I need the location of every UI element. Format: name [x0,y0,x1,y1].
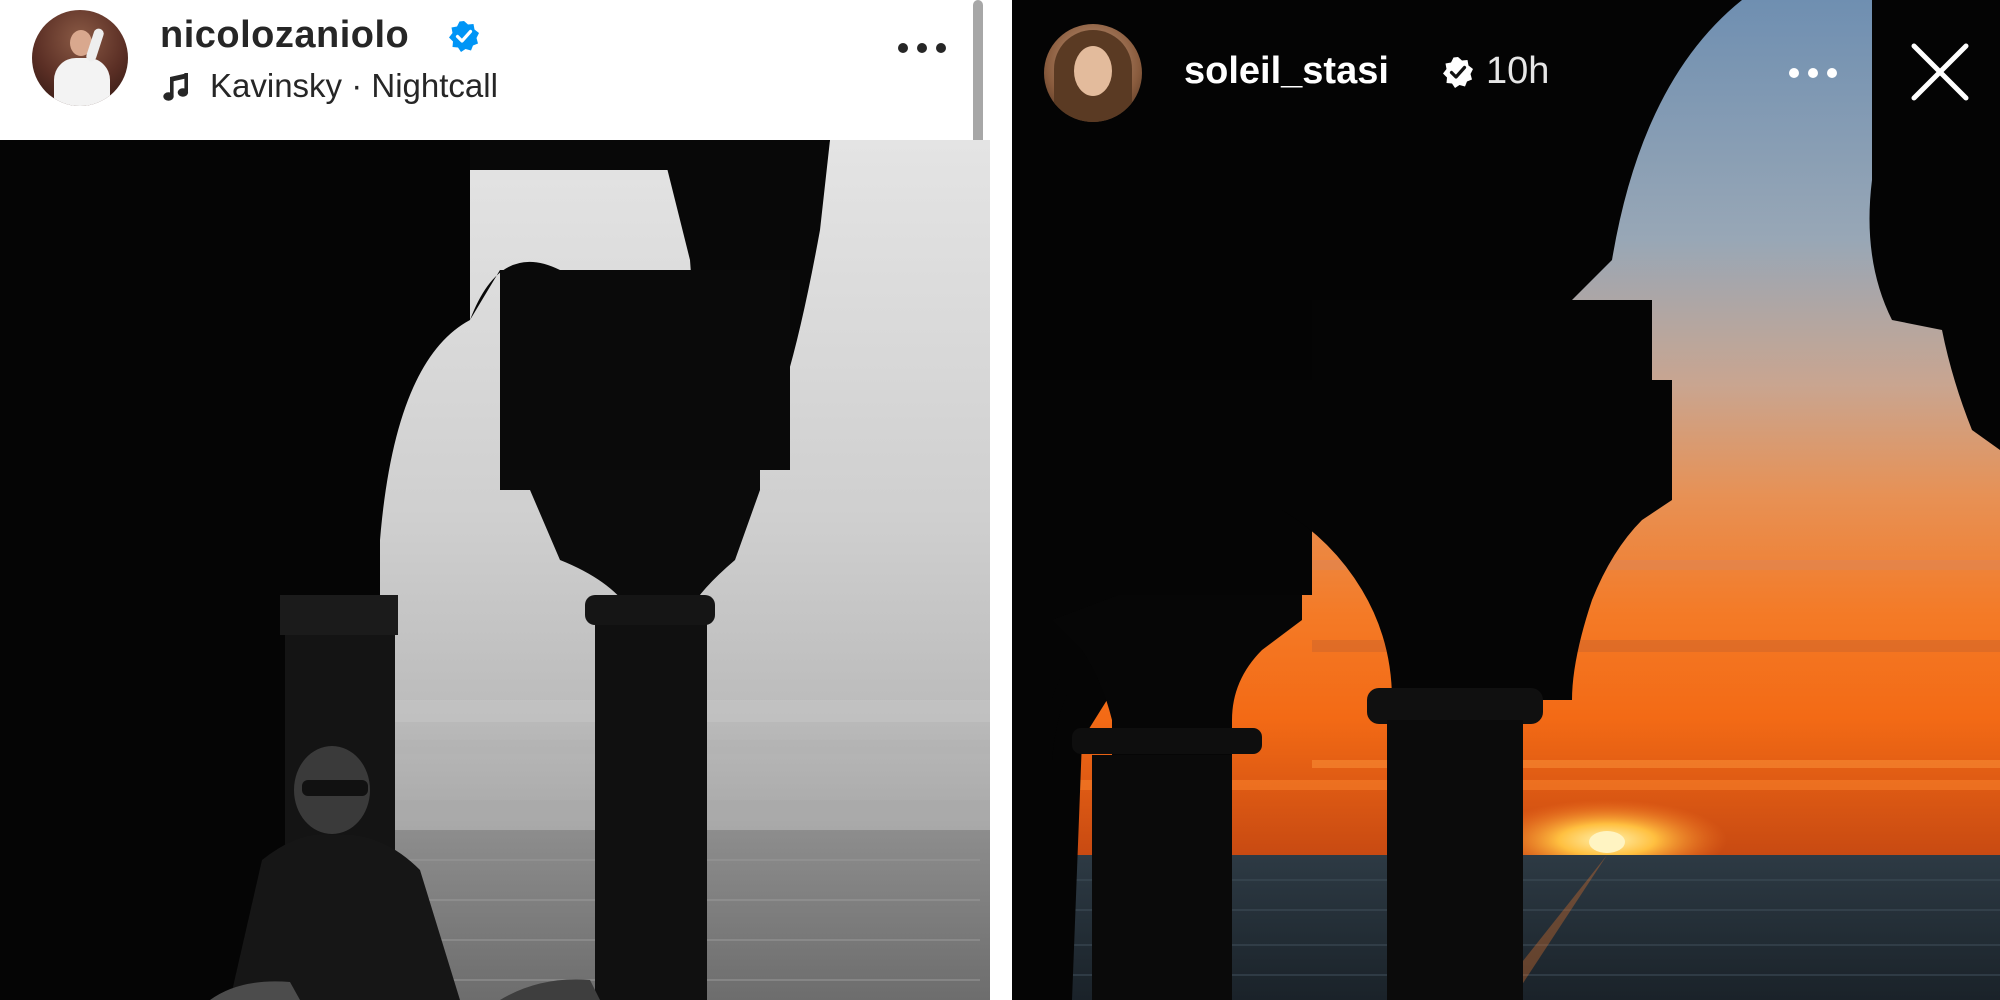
close-icon[interactable] [1908,40,1972,104]
more-options-icon[interactable] [1786,62,1840,84]
post-header: nicolozaniolo Kavinsky · Nightcall [0,0,990,140]
music-track-text: Kavinsky · Nightcall [210,67,498,104]
music-attribution[interactable]: Kavinsky · Nightcall [160,66,498,106]
feed-post: nicolozaniolo Kavinsky · Nightcall [0,0,990,1000]
verified-badge-icon [449,21,479,52]
story-timestamp: 10h [1486,50,1550,92]
post-username[interactable]: nicolozaniolo [160,14,409,57]
profile-avatar[interactable] [32,10,128,106]
music-note-icon [163,73,189,101]
story-username[interactable]: soleil_stasi [1184,50,1389,93]
post-photo[interactable] [0,140,990,1000]
more-options-icon[interactable] [894,36,950,60]
profile-avatar[interactable] [1044,24,1142,122]
story-header: soleil_stasi 10h [1012,0,2000,140]
story-view: soleil_stasi 10h [1012,0,2000,1000]
panel-divider [990,0,1012,1000]
verified-badge-icon [1443,57,1473,88]
